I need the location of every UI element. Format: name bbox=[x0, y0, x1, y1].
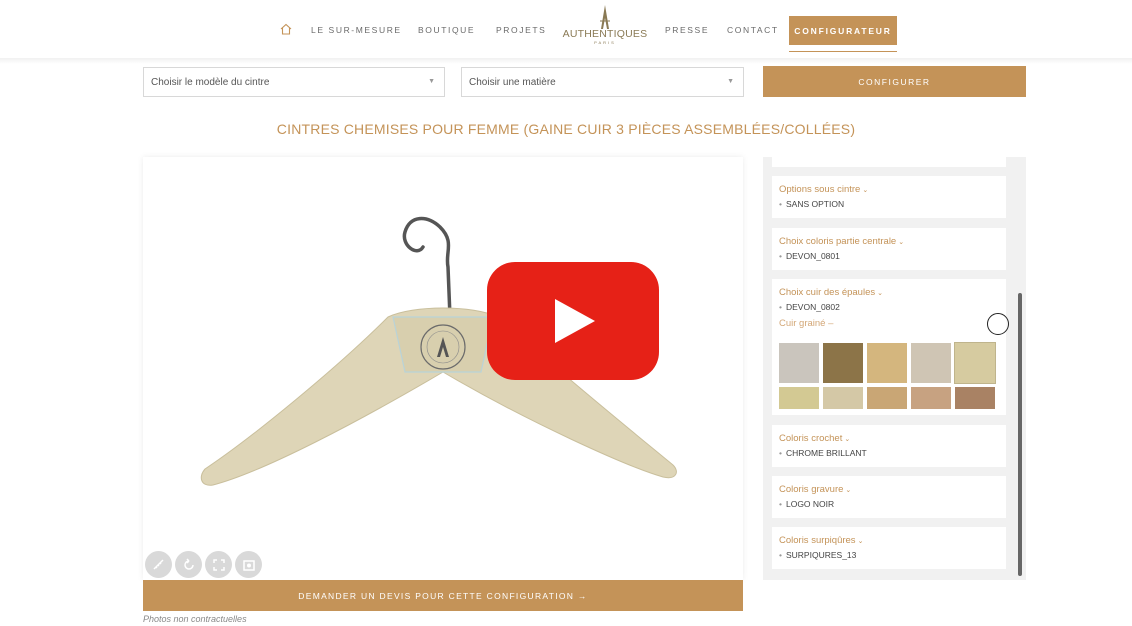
color-swatch[interactable] bbox=[779, 387, 819, 409]
option-value: • CHROME BRILLANT bbox=[779, 448, 867, 458]
rotate-icon[interactable] bbox=[175, 551, 202, 578]
home-icon[interactable] bbox=[279, 22, 293, 36]
color-swatch[interactable] bbox=[954, 342, 996, 384]
nav-active-underline bbox=[789, 51, 897, 52]
nav-link-sur-mesure[interactable]: LE SUR-MESURE bbox=[311, 25, 402, 35]
color-swatch[interactable] bbox=[823, 343, 863, 383]
color-swatch[interactable] bbox=[779, 343, 819, 383]
page-title: CINTRES CHEMISES POUR FEMME (GAINE CUIR … bbox=[276, 121, 856, 137]
color-swatch[interactable] bbox=[911, 343, 951, 383]
chevron-down-icon: ▼ bbox=[727, 78, 734, 85]
option-title[interactable]: Coloris surpiqûres ⌄ bbox=[779, 535, 999, 546]
material-select-label: Choisir une matière bbox=[469, 77, 556, 88]
nav-configurateur-button[interactable]: CONFIGURATEUR bbox=[789, 16, 897, 45]
options-panel: Options sous cintre ⌄ • SANS OPTION Choix … bbox=[763, 157, 1026, 580]
logo-wordmark: AUTHENTIQUES bbox=[562, 28, 648, 40]
eiffel-logo-icon bbox=[600, 5, 610, 29]
chevron-down-icon: ⌄ bbox=[898, 239, 905, 246]
material-select[interactable]: Choisir une matière ▼ bbox=[461, 67, 744, 97]
option-title[interactable]: Choix cuir des épaules ⌄ bbox=[779, 287, 999, 298]
option-value: • DEVON_0801 bbox=[779, 251, 840, 261]
option-value: • SANS OPTION bbox=[779, 199, 845, 209]
nav-link-projets[interactable]: PROJETS bbox=[496, 25, 546, 35]
option-card-crochet[interactable]: Coloris crochet ⌄ • CHROME BRILLANT bbox=[772, 425, 1006, 467]
option-title[interactable]: Coloris gravure ⌄ bbox=[779, 484, 999, 495]
option-title[interactable]: Options sous cintre ⌄ bbox=[779, 184, 999, 195]
ruler-icon[interactable] bbox=[145, 551, 172, 578]
option-card-partial bbox=[772, 157, 1006, 167]
nav-link-presse[interactable]: PRESSE bbox=[665, 25, 709, 35]
viewer-toolbar bbox=[145, 551, 262, 578]
nav-link-boutique[interactable]: BOUTIQUE bbox=[418, 25, 475, 35]
model-select-label: Choisir le modèle du cintre bbox=[151, 77, 270, 88]
option-title[interactable]: Coloris crochet ⌄ bbox=[779, 433, 999, 444]
option-value: • DEVON_0802 bbox=[779, 302, 840, 312]
option-card-sous-cintre[interactable]: Options sous cintre ⌄ • SANS OPTION bbox=[772, 176, 1006, 218]
chevron-down-icon: ▼ bbox=[428, 78, 435, 85]
request-quote-button[interactable]: DEMANDER UN DEVIS POUR CETTE CONFIGURATI… bbox=[143, 580, 743, 611]
model-select[interactable]: Choisir le modèle du cintre ▼ bbox=[143, 67, 445, 97]
color-swatch[interactable] bbox=[955, 387, 995, 409]
option-title[interactable]: Choix coloris partie centrale ⌄ bbox=[779, 236, 999, 247]
chevron-down-icon: ⌄ bbox=[845, 487, 852, 494]
youtube-play-icon[interactable] bbox=[487, 262, 659, 380]
options-scrollbar-thumb[interactable] bbox=[1018, 293, 1022, 576]
nav-divider bbox=[0, 58, 1132, 64]
top-navigation: LE SUR-MESURE BOUTIQUE PROJETS AUTHENTIQ… bbox=[0, 0, 1132, 58]
photo-disclaimer: Photos non contractuelles bbox=[143, 614, 247, 624]
logo-subtext: PARIS bbox=[594, 40, 616, 45]
option-card-cuir-epaules[interactable]: Choix cuir des épaules ⌄ • DEVON_0802 Cuir… bbox=[772, 279, 1006, 415]
screenshot-icon[interactable] bbox=[235, 551, 262, 578]
color-swatch[interactable] bbox=[911, 387, 951, 409]
nav-link-contact[interactable]: CONTACT bbox=[727, 25, 779, 35]
option-value: • SURPIQURES_13 bbox=[779, 550, 857, 560]
option-value: • LOGO NOIR bbox=[779, 499, 835, 509]
chevron-down-icon: ⌄ bbox=[844, 436, 851, 443]
chevron-up-icon: – bbox=[828, 318, 834, 329]
color-swatch[interactable] bbox=[867, 343, 907, 383]
mouse-cursor bbox=[987, 313, 1009, 335]
leather-type-toggle[interactable]: Cuir grainé – bbox=[779, 318, 999, 329]
chevron-down-icon: ⌄ bbox=[857, 538, 864, 545]
color-swatch[interactable] bbox=[823, 387, 863, 409]
color-swatch[interactable] bbox=[867, 387, 907, 409]
chevron-down-icon: ⌄ bbox=[862, 187, 869, 194]
fullscreen-icon[interactable] bbox=[205, 551, 232, 578]
chevron-down-icon: ⌄ bbox=[877, 290, 883, 297]
configure-button[interactable]: CONFIGURER bbox=[763, 66, 1026, 97]
brand-logo[interactable]: AUTHENTIQUES PARIS bbox=[560, 4, 650, 54]
option-card-gravure[interactable]: Coloris gravure ⌄ • LOGO NOIR bbox=[772, 476, 1006, 518]
option-card-surpiqures[interactable]: Coloris surpiqûres ⌄ • SURPIQURES_13 bbox=[772, 527, 1006, 569]
option-card-partie-centrale[interactable]: Choix coloris partie centrale ⌄ • DEVON_08… bbox=[772, 228, 1006, 270]
